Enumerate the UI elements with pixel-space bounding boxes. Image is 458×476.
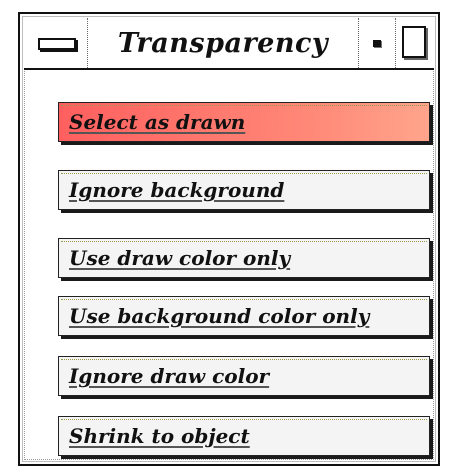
button-label: Use draw color only <box>69 246 291 270</box>
maximize-button[interactable] <box>396 18 434 68</box>
select-as-drawn-button[interactable]: Select as drawn <box>58 102 430 142</box>
title-bar: Transparency <box>24 18 434 70</box>
button-label: Ignore background <box>69 178 285 202</box>
window-title: Transparency <box>117 27 329 59</box>
button-label: Use background color only <box>69 304 370 328</box>
shrink-to-object-button[interactable]: Shrink to object <box>58 416 430 456</box>
minimize-button[interactable] <box>358 18 396 68</box>
window-menu-icon <box>38 38 76 50</box>
button-label: Select as drawn <box>69 110 246 134</box>
ignore-draw-color-button[interactable]: Ignore draw color <box>58 356 430 396</box>
use-draw-color-only-button[interactable]: Use draw color only <box>58 238 430 278</box>
options-panel: Select as drawn Ignore background Use dr… <box>24 72 434 460</box>
maximize-icon <box>402 26 426 58</box>
button-label: Shrink to object <box>69 424 250 448</box>
window-menu-button[interactable] <box>24 18 88 68</box>
use-background-color-only-button[interactable]: Use background color only <box>58 296 430 336</box>
button-label: Ignore draw color <box>69 364 270 388</box>
transparency-window: Transparency Select as drawn Ignore back… <box>18 12 440 466</box>
minimize-icon <box>373 40 381 47</box>
ignore-background-button[interactable]: Ignore background <box>58 170 430 210</box>
